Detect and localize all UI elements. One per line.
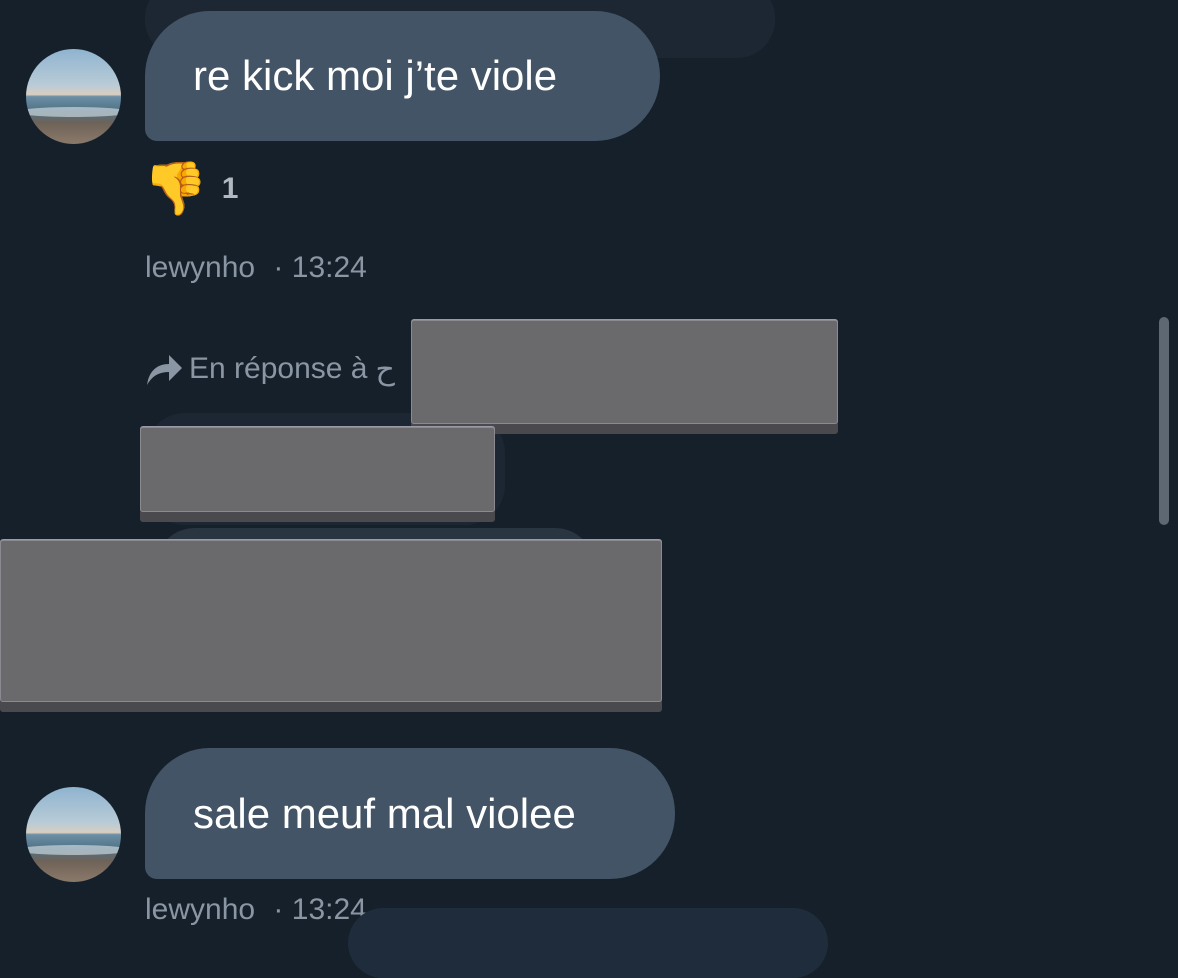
message-text: sale meuf mal violee [193,789,576,837]
message-meta: lewynho · 13:24 [145,893,367,927]
message-text: re kick moi j’te viole [193,52,558,99]
redaction-box [0,540,662,702]
reaction[interactable]: 👎 1 [143,163,238,215]
new-messages-pill[interactable] [348,908,828,978]
meta-separator: · [273,893,284,926]
redaction-box [411,320,838,424]
message-bubble[interactable]: sale meuf mal violee [145,748,675,879]
reply-target: ح [375,352,395,386]
redaction-box [140,427,495,512]
reaction-count: 1 [221,172,239,205]
scrollbar[interactable] [1159,317,1169,525]
avatar[interactable] [26,787,121,882]
reply-label: En réponse à [189,352,368,385]
avatar[interactable] [26,49,121,144]
message-bubble[interactable]: re kick moi j’te viole [145,11,660,141]
reply-indicator[interactable]: En réponse à ح [145,351,395,387]
author-name[interactable]: lewynho [145,251,255,284]
author-name[interactable]: lewynho [145,893,255,926]
thumbs-down-icon: 👎 [143,160,208,218]
meta-separator: · [273,251,284,284]
reply-arrow-icon [147,355,182,385]
timestamp: 13:24 [291,251,367,284]
message-meta: lewynho · 13:24 [145,251,367,285]
